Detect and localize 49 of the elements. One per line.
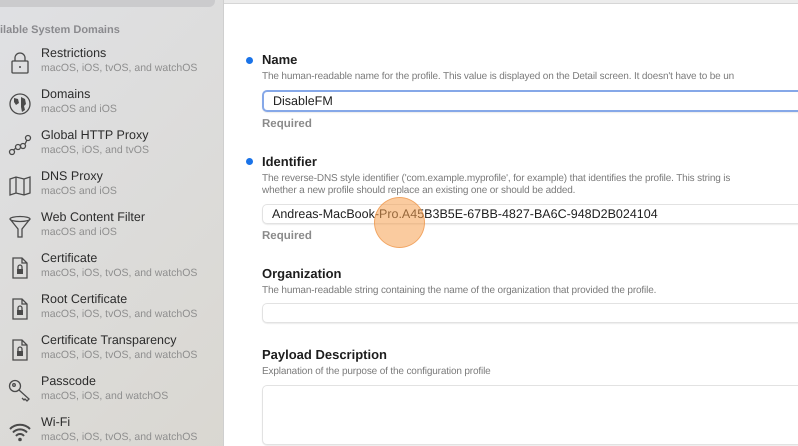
item-platforms: macOS, iOS, tvOS, and watchOS <box>41 348 198 362</box>
domain-list-item[interactable]: Domains macOS and iOS <box>0 86 223 127</box>
text-field[interactable] <box>262 303 798 323</box>
item-platforms: macOS, iOS, tvOS, and watchOS <box>41 430 198 444</box>
field-label: Name <box>262 52 298 68</box>
domain-list-item[interactable]: DNS Proxy macOS and iOS <box>0 168 223 209</box>
item-title: Domains <box>41 86 92 102</box>
required-note: Required <box>262 118 313 130</box>
item-title: Web Content Filter <box>41 209 145 225</box>
field-description: The human-readable string containing the name of the organization that provided the profile. <box>262 284 658 297</box>
required-note: Required <box>262 230 313 242</box>
domain-list-item[interactable]: Restrictions macOS, iOS, tvOS, and watchOS <box>0 45 223 86</box>
item-platforms: macOS and iOS <box>41 102 117 116</box>
text-field[interactable]: DisableFM <box>262 90 798 112</box>
field-label: Payload Description <box>262 347 387 363</box>
map-icon <box>8 174 32 198</box>
item-title: Restrictions <box>41 45 108 61</box>
item-platforms: macOS and iOS <box>41 184 117 198</box>
field-label: Identifier <box>262 154 317 170</box>
item-platforms: macOS and iOS <box>41 225 118 239</box>
domain-list-item[interactable]: Root Certificate macOS, iOS, tvOS, and watchOS <box>0 291 223 332</box>
connected-nodes-icon <box>8 133 32 157</box>
description-field[interactable] <box>262 384 798 444</box>
domain-list-item[interactable]: Passcode macOS, iOS, and watchOS <box>0 373 223 414</box>
field-label: Organization <box>262 266 342 282</box>
field-description: The human-readable name for the profile. This value is displayed on the Detail screen. It doesn't have to be un <box>262 71 736 84</box>
domain-list-item[interactable]: Certificate Transparency macOS, iOS, tvOS, and watchOS <box>0 332 223 373</box>
section-heading: ilable System Domains <box>0 24 121 36</box>
item-title: Certificate Transparency <box>41 332 178 348</box>
funnel-icon <box>8 215 32 239</box>
item-title: Certificate <box>41 250 98 266</box>
item-platforms: macOS, iOS, and watchOS <box>41 389 168 403</box>
domain-list-item[interactable]: Certificate macOS, iOS, tvOS, and watchOS <box>0 250 223 291</box>
item-platforms: macOS, iOS, tvOS, and watchOS <box>41 61 198 75</box>
item-platforms: macOS, iOS, and tvOS <box>41 143 149 157</box>
item-platforms: macOS, iOS, tvOS, and watchOS <box>41 266 198 280</box>
item-title: Root Certificate <box>41 291 128 307</box>
domain-list-item[interactable]: Wi-Fi macOS, iOS, tvOS, and watchOS <box>0 414 223 446</box>
domain-list-item[interactable]: Global HTTP Proxy macOS, iOS, and tvOS <box>0 127 223 168</box>
domain-list-item[interactable]: Web Content Filter macOS and iOS <box>0 209 223 250</box>
item-platforms: macOS, iOS, tvOS, and watchOS <box>41 307 198 321</box>
item-title: DNS Proxy <box>41 168 104 184</box>
key-icon <box>8 379 32 403</box>
item-title: Passcode <box>41 373 97 389</box>
item-title: Wi-Fi <box>41 414 72 430</box>
field-description: Explanation of the purpose of the configuration profile <box>262 366 492 378</box>
globe-icon <box>8 92 32 116</box>
field-description: The reverse-DNS style identifier ('com.example.myprofile', for example) that identifies the profile. This string is whether a new profile should replace an existing one or should be added. <box>262 172 732 198</box>
item-title: Global HTTP Proxy <box>41 127 149 143</box>
